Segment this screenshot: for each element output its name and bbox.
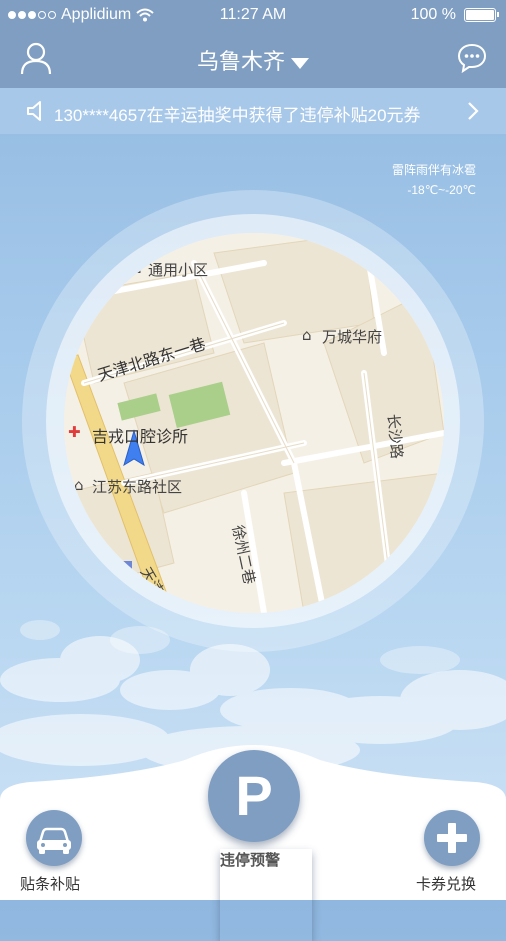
notice-bar[interactable]: 130****4657在辛运抽奖中获得了违停补贴20元券 [0, 88, 506, 134]
map-poi-house-icon: ⌂ [74, 476, 84, 494]
map-label-jiangsu: 江苏东路社区 [92, 478, 183, 496]
coupon-exchange-label[interactable]: 卡券兑换 [416, 873, 476, 894]
nav-bar: 乌鲁木齐 [0, 34, 506, 88]
speaker-icon [27, 101, 41, 121]
map-label-tongyong: 通用小区 [148, 261, 209, 279]
ticket-subsidy-button[interactable] [26, 810, 82, 866]
chevron-right-icon[interactable] [466, 101, 480, 121]
ticket-subsidy-label[interactable]: 贴条补贴 [20, 873, 80, 894]
map-label-jirong: 吉戎口腔诊所 [92, 427, 189, 446]
battery-percent: 100 % [410, 6, 456, 23]
city-selector[interactable]: 乌鲁木齐 [0, 44, 506, 76]
coupon-exchange-button[interactable] [424, 810, 480, 866]
chat-bubble-icon[interactable] [456, 42, 488, 74]
status-bar: Applidium 11:27 AM 100 % [0, 0, 506, 32]
top-bar: Applidium 11:27 AM 100 % 乌鲁木齐 [0, 0, 506, 88]
map-poi-house-icon: ⌂ [302, 326, 312, 344]
map-view[interactable]: ⌂ 通用小区 ⌂ 万城华府 天津北路东一巷 ✚ 吉戎口腔诊所 ⌂ 江苏东路社区 … [64, 233, 444, 613]
map-poi-hospital-icon: ✚ [68, 423, 81, 441]
notice-text: 130****4657在辛运抽奖中获得了违停补贴20元券 [54, 106, 421, 125]
parking-p-icon: P [235, 764, 273, 827]
map-label-wancheng: 万城华府 [322, 328, 383, 346]
car-icon [37, 827, 71, 854]
battery-icon [464, 8, 499, 22]
city-name: 乌鲁木齐 [196, 49, 285, 74]
weather-condition: 雷阵雨伴有冰雹 [391, 163, 476, 177]
map-poi-house-icon: ⌂ [132, 259, 142, 277]
caret-down-icon [291, 57, 309, 69]
weather-info: 雷阵雨伴有冰雹 -18℃~-20℃ [392, 160, 476, 200]
map-label-changsha: 长沙路 [384, 413, 406, 460]
parking-warning-label[interactable]: 违停预警 [220, 849, 312, 941]
weather-temperature: -18℃~-20℃ [407, 183, 476, 197]
parking-warning-button[interactable]: P [208, 750, 300, 842]
plus-icon [437, 823, 467, 853]
